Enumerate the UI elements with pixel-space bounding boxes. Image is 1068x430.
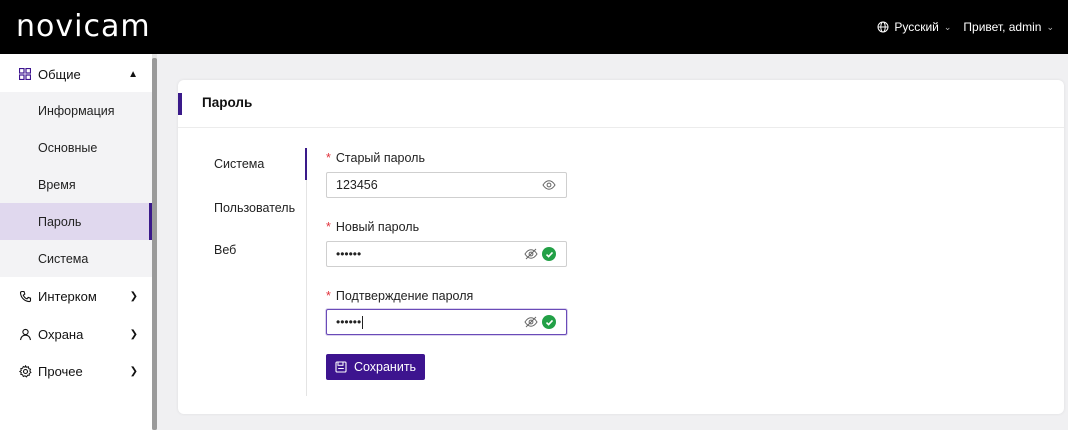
confirm-password-value: •••••• <box>336 314 362 329</box>
handset-icon <box>18 289 32 303</box>
active-tab-indicator <box>305 148 307 180</box>
sidebar-group-security[interactable]: Охрана ❯ <box>0 316 152 352</box>
save-button-label: Сохранить <box>353 360 417 374</box>
scrollbar-thumb[interactable] <box>152 58 157 430</box>
sidebar-item-label: Пароль <box>38 214 82 229</box>
chevron-down-icon: ❯ <box>129 365 138 377</box>
sidebar-item-password[interactable]: Пароль <box>0 203 152 240</box>
tabs-divider <box>306 148 307 396</box>
sidebar-item-time[interactable]: Время <box>0 166 152 203</box>
page-title: Пароль <box>202 95 253 110</box>
sidebar-group-other[interactable]: Прочее ❯ <box>0 353 152 389</box>
new-password-label-text: Новый пароль <box>335 220 420 234</box>
language-label: Русский <box>894 20 939 34</box>
sidebar-group-label: Прочее <box>38 363 83 379</box>
eye-icon[interactable] <box>542 178 556 192</box>
new-password-input[interactable]: •••••• <box>326 241 567 267</box>
sidebar-item-label: Время <box>38 177 76 192</box>
globe-icon <box>877 21 889 33</box>
old-password-label: * Старый пароль <box>326 151 425 165</box>
novicam-logo[interactable]: novicam <box>16 9 151 45</box>
person-icon <box>18 327 32 341</box>
confirm-password-label: * Подтверждение пароля <box>326 289 473 303</box>
user-greeting: Привет, admin <box>963 20 1042 34</box>
sidebar-item-label: Система <box>38 251 89 266</box>
tab-system[interactable]: Система <box>214 157 264 171</box>
grid-icon <box>18 67 32 81</box>
required-asterisk: * <box>326 151 331 165</box>
tab-user[interactable]: Пользователь <box>214 201 295 215</box>
check-circle-icon <box>542 247 556 261</box>
sidebar-group-general[interactable]: Общие ▲ <box>0 56 152 92</box>
new-password-label: * Новый пароль <box>326 220 419 234</box>
language-selector[interactable]: Русский ⌄ <box>877 20 951 34</box>
sidebar-group-label: Общие <box>38 66 81 82</box>
sidebar-group-label: Интерком <box>38 288 97 304</box>
sidebar-group-label: Охрана <box>38 326 84 342</box>
eye-off-icon[interactable] <box>524 247 538 261</box>
gear-icon <box>18 364 32 378</box>
header-right: Русский ⌄ Привет, admin ⌄ <box>865 0 1054 54</box>
top-header: novicam Русский ⌄ Привет, admin ⌄ <box>0 0 1068 54</box>
required-asterisk: * <box>326 289 331 303</box>
old-password-label-text: Старый пароль <box>335 151 425 165</box>
chevron-down-icon: ⌄ <box>1046 21 1054 32</box>
sidebar-item-label: Информация <box>38 103 115 118</box>
confirm-password-input[interactable]: •••••• <box>326 309 567 335</box>
new-password-value: •••••• <box>336 247 362 261</box>
confirm-password-label-text: Подтверждение пароля <box>335 289 474 303</box>
chevron-down-icon: ⌄ <box>943 21 952 32</box>
old-password-input[interactable]: 123456 <box>326 172 567 198</box>
tab-web[interactable]: Веб <box>214 243 236 257</box>
chevron-down-icon: ❯ <box>129 328 138 340</box>
sidebar-scrollbar[interactable] <box>152 54 157 430</box>
sidebar: Общие ▲ Информация Основные Время Пароль… <box>0 54 152 430</box>
sidebar-item-info[interactable]: Информация <box>0 92 152 129</box>
save-button[interactable]: Сохранить <box>326 354 425 380</box>
chevron-down-icon: ❯ <box>129 290 138 302</box>
confirm-password-value-wrap: •••••• <box>336 314 524 330</box>
panel-header: Пароль <box>178 80 1064 128</box>
old-password-value: 123456 <box>336 178 378 192</box>
text-caret <box>362 316 364 330</box>
password-panel: Пароль Система Пользователь Веб * Старый … <box>178 80 1064 414</box>
user-menu[interactable]: Привет, admin ⌄ <box>963 20 1054 34</box>
sidebar-item-basic[interactable]: Основные <box>0 129 152 166</box>
sidebar-group-intercom[interactable]: Интерком ❯ <box>0 278 152 314</box>
password-tabs: Система Пользователь Веб <box>178 148 308 396</box>
required-asterisk: * <box>326 220 331 234</box>
sidebar-item-system[interactable]: Система <box>0 240 152 277</box>
title-accent-bar <box>178 93 182 115</box>
check-circle-icon <box>542 315 556 329</box>
save-icon <box>335 361 347 373</box>
sidebar-item-label: Основные <box>38 140 98 155</box>
chevron-up-icon: ▲ <box>128 68 138 80</box>
eye-off-icon[interactable] <box>524 315 538 329</box>
